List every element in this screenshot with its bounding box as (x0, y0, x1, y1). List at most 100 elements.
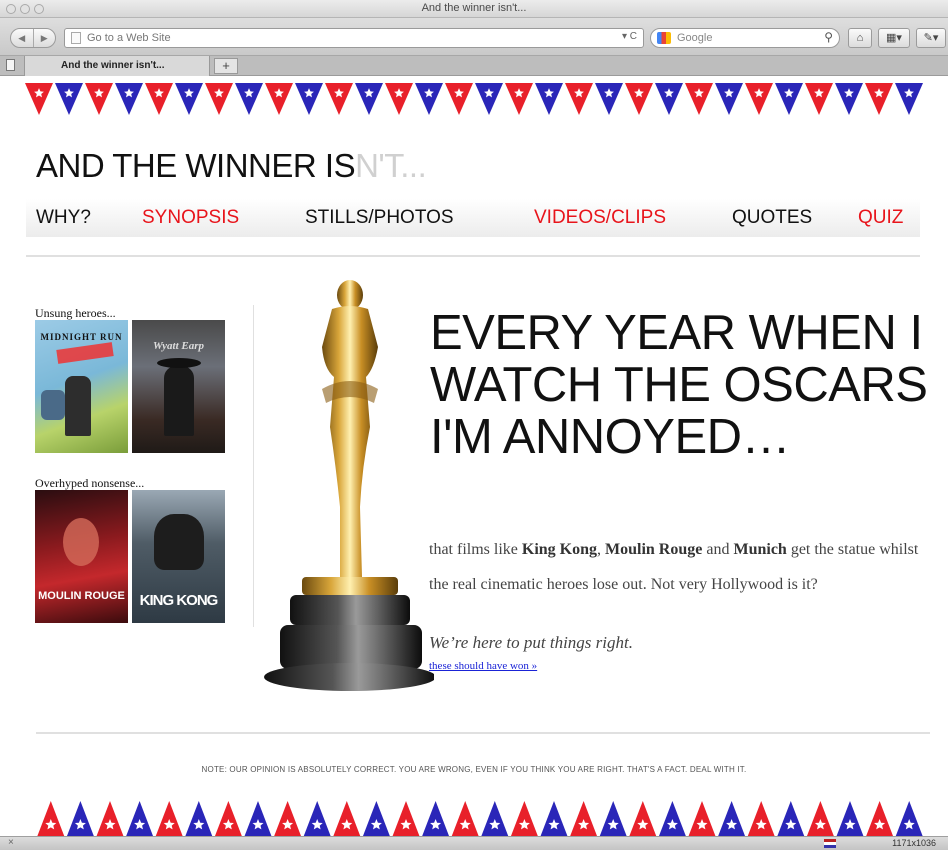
poster-king-kong[interactable]: KING KONG (132, 490, 225, 623)
new-tab-button[interactable]: + (214, 58, 238, 74)
poster-midnight-run-figure (65, 376, 91, 436)
bunting-flag (565, 83, 593, 115)
nav-quotes[interactable]: QUOTES (732, 207, 812, 229)
bunting-flag (866, 801, 894, 836)
bunting-flag (175, 83, 203, 115)
film-king-kong: King Kong (521, 541, 598, 558)
nav-videos-clips[interactable]: VIDEOS/CLIPS (534, 207, 666, 229)
intro-text-2: , (597, 541, 606, 558)
bunting-flag (362, 801, 390, 836)
nav-synopsis[interactable]: SYNOPSIS (142, 207, 239, 229)
poster-midnight-run-run-logo (56, 342, 114, 364)
bunting-flag (475, 83, 503, 115)
bunting-flag (658, 801, 686, 836)
headline: EVERY YEAR WHEN I WATCH THE OSCARS I'M A… (430, 306, 928, 464)
bunting-flag (688, 801, 716, 836)
bookmarks-icon[interactable]: ▦▾ (878, 28, 910, 48)
google-icon[interactable] (657, 32, 671, 44)
poster-midnight-run-title: MIDNIGHT RUN (40, 332, 123, 342)
address-placeholder: Go to a Web Site (87, 32, 171, 44)
bunting-flag (570, 801, 598, 836)
tagline: We’re here to put things right. (429, 633, 633, 652)
bunting-flag (155, 801, 183, 836)
search-icon[interactable]: ⚲ (824, 30, 833, 44)
bunting-flag (718, 801, 746, 836)
page-icon (71, 32, 81, 44)
flag-icon (824, 839, 836, 848)
bunting-flag (235, 83, 263, 115)
bunting-flag (37, 801, 65, 836)
bunting-flag (505, 83, 533, 115)
sidebar-divider (253, 305, 254, 627)
bunting-flag (835, 83, 863, 115)
bunting-flag (745, 83, 773, 115)
divider-bottom (36, 732, 930, 734)
poster-king-kong-figure (154, 514, 204, 570)
tab-label: And the winner isn't... (61, 60, 165, 71)
bunting-flag (836, 801, 864, 836)
bunting-flag (244, 801, 272, 836)
film-munich: Munich (733, 541, 787, 558)
tab-current[interactable]: And the winner isn't... (24, 56, 210, 76)
status-bar: × 1171x1036 (0, 836, 948, 850)
bunting-flag (806, 801, 834, 836)
should-have-won-link[interactable]: these should have won » (429, 660, 537, 672)
forward-button[interactable]: ▶ (34, 29, 56, 47)
bunting-flag (422, 801, 450, 836)
bunting-flag (715, 83, 743, 115)
bunting-flag (55, 83, 83, 115)
search-placeholder: Google (677, 32, 713, 44)
oscar-statue-image (264, 280, 434, 691)
bunting-flag (265, 83, 293, 115)
bunting-flag (775, 83, 803, 115)
tab-bar: And the winner isn't... + (0, 56, 948, 76)
search-field[interactable]: Google ⚲ (650, 28, 840, 48)
bunting-flag (535, 83, 563, 115)
divider-top (26, 255, 920, 257)
bunting-flag (115, 83, 143, 115)
poster-wyatt-earp-hat (157, 358, 201, 368)
bunting-flag (96, 801, 124, 836)
reload-icon[interactable]: ▾ C (622, 31, 637, 42)
intro-text-3: and (702, 541, 734, 558)
bunting-flag (145, 83, 173, 115)
page-content: AND THE WINNER ISN'T... WHY? SYNOPSIS ST… (0, 77, 948, 836)
tools-icon[interactable]: ✎▾ (916, 28, 946, 48)
intro-paragraph: that films like King Kong, Moulin Rouge … (429, 532, 929, 602)
intro-text-1: that films like (429, 541, 522, 558)
bunting-flag (895, 83, 923, 115)
poster-king-kong-title: KING KONG (139, 592, 219, 609)
nav-why[interactable]: WHY? (36, 207, 91, 229)
bunting-flag (214, 801, 242, 836)
site-title: AND THE WINNER ISN'T... (36, 147, 427, 185)
bunting-flag (333, 801, 361, 836)
bunting-top (25, 83, 923, 115)
bunting-flag (385, 83, 413, 115)
home-icon[interactable]: ⌂ (848, 28, 872, 48)
site-title-main: AND THE WINNER IS (36, 147, 356, 184)
bunting-flag (451, 801, 479, 836)
close-status-icon[interactable]: × (8, 837, 14, 848)
film-moulin-rouge: Moulin Rouge (605, 541, 703, 558)
bunting-flag (274, 801, 302, 836)
poster-midnight-run-figure-2 (41, 390, 65, 420)
poster-midnight-run[interactable]: MIDNIGHT RUN (35, 320, 128, 453)
bunting-flag (510, 801, 538, 836)
nav-stills-photos[interactable]: STILLS/PHOTOS (305, 207, 454, 229)
bunting-flag (392, 801, 420, 836)
bunting-flag (445, 83, 473, 115)
window-title: And the winner isn't... (421, 2, 527, 14)
bunting-flag (599, 801, 627, 836)
bunting-bottom (37, 801, 923, 836)
poster-wyatt-earp-title: Wyatt Earp (152, 340, 205, 352)
main-nav: WHY? SYNOPSIS STILLS/PHOTOS VIDEOS/CLIPS… (26, 199, 920, 237)
window-size-readout: 1171x1036 (892, 838, 936, 848)
bunting-flag (895, 801, 923, 836)
bunting-flag (303, 801, 331, 836)
bunting-flag (777, 801, 805, 836)
back-button[interactable]: ◀ (11, 29, 34, 47)
address-bar[interactable]: Go to a Web Site ▾ C (64, 28, 644, 48)
poster-moulin-rouge[interactable]: MOULIN ROUGE (35, 490, 128, 623)
nav-quiz[interactable]: QUIZ (858, 207, 903, 229)
poster-wyatt-earp[interactable]: Wyatt Earp (132, 320, 225, 453)
